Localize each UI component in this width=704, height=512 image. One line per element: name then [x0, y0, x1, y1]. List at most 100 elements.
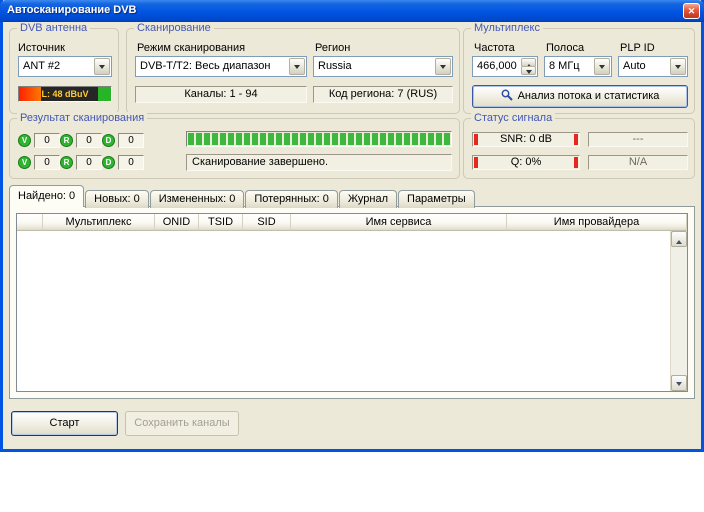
- group-scan-result: Результат сканирования V 0 R 0 D 0 V 0: [9, 118, 460, 179]
- indicator-radio-new: R 0: [60, 155, 102, 170]
- close-button[interactable]: ✕: [683, 3, 700, 19]
- quality-meter-left-marker: [474, 157, 478, 168]
- tab-lost[interactable]: Потерянных: 0: [245, 190, 338, 208]
- channel-list[interactable]: Мультиплекс ONID TSID SID Имя сервиса Им…: [16, 213, 688, 392]
- column-header-service-name[interactable]: Имя сервиса: [291, 214, 507, 231]
- channel-list-body[interactable]: [17, 231, 670, 391]
- quality-meter-right-marker: [574, 157, 578, 168]
- tv-new-count: 0: [34, 155, 60, 170]
- tv-indicator-icon: V: [18, 134, 31, 147]
- dropdown-arrow-icon[interactable]: [94, 58, 110, 75]
- plp-id-select[interactable]: Auto: [618, 56, 688, 77]
- data-found-count: 0: [118, 133, 144, 148]
- data-indicator-icon: D: [102, 156, 115, 169]
- column-header-sid[interactable]: SID: [243, 214, 291, 231]
- frequency-spinner: [521, 58, 536, 75]
- radio-indicator-icon: R: [60, 134, 73, 147]
- region-label: Регион: [315, 42, 350, 54]
- band-value: 8 МГц: [549, 60, 592, 72]
- scan-mode-select[interactable]: DVB-T/T2: Весь диапазон: [135, 56, 307, 77]
- tab-new[interactable]: Новых: 0: [85, 190, 149, 208]
- snr-meter: SNR: 0 dB: [472, 132, 580, 147]
- scroll-up-icon[interactable]: [671, 231, 687, 247]
- save-channels-button[interactable]: Сохранить каналы: [125, 411, 239, 436]
- dialog-client-area: DVB антенна Источник ANT #2 L: 48 dBuV С…: [3, 22, 701, 449]
- data-indicator-icon: D: [102, 134, 115, 147]
- column-header-onid[interactable]: ONID: [155, 214, 199, 231]
- dropdown-arrow-icon[interactable]: [594, 58, 610, 75]
- data-new-count: 0: [118, 155, 144, 170]
- channels-info-text: Каналы: 1 - 94: [184, 88, 257, 100]
- title-bar[interactable]: Автосканирование DVB ✕: [0, 0, 704, 22]
- scroll-down-icon[interactable]: [671, 375, 687, 391]
- plp-id-value: Auto: [623, 60, 668, 72]
- snr-meter-left-marker: [474, 134, 478, 145]
- tab-changed[interactable]: Измененных: 0: [150, 190, 245, 208]
- indicator-radio-found: R 0: [60, 133, 102, 148]
- dialog-window: Автосканирование DVB ✕ DVB антенна Источ…: [0, 0, 704, 452]
- scan-progress-fill: [188, 133, 450, 145]
- group-scanning: Сканирование Режим сканирования Регион D…: [126, 28, 460, 114]
- region-code-panel: Код региона: 7 (RUS): [313, 86, 453, 103]
- group-signal-status-title: Статус сигнала: [471, 112, 555, 124]
- scan-status-text: Сканирование завершено.: [192, 156, 328, 168]
- indicator-data-new: D 0: [102, 155, 144, 170]
- scan-status-panel: Сканирование завершено.: [186, 154, 452, 171]
- tv-indicator-icon: V: [18, 156, 31, 169]
- tab-found[interactable]: Найдено: 0: [9, 185, 84, 207]
- frequency-input[interactable]: 466,000: [472, 56, 538, 77]
- scan-mode-label: Режим сканирования: [137, 42, 245, 54]
- channel-list-header: Мультиплекс ONID TSID SID Имя сервиса Им…: [17, 214, 687, 231]
- group-signal-status: Статус сигнала SNR: 0 dB --- Q: 0% N/A: [463, 118, 695, 179]
- tab-parameters[interactable]: Параметры: [398, 190, 475, 208]
- region-code-text: Код региона: 7 (RUS): [329, 88, 437, 100]
- channels-info-panel: Каналы: 1 - 94: [135, 86, 307, 103]
- tab-log[interactable]: Журнал: [339, 190, 397, 208]
- start-button[interactable]: Старт: [11, 411, 118, 436]
- result-tabs: Найдено: 0Новых: 0Измененных: 0Потерянны…: [9, 185, 476, 207]
- indicator-data-found: D 0: [102, 133, 144, 148]
- quality-value-panel: N/A: [588, 155, 688, 170]
- indicator-tv-new: V 0: [18, 155, 60, 170]
- radio-indicator-icon: R: [60, 156, 73, 169]
- tv-found-count: 0: [34, 133, 60, 148]
- scan-progress-bar: [186, 131, 452, 147]
- dropdown-arrow-icon[interactable]: [289, 58, 305, 75]
- indicator-tv-found: V 0: [18, 133, 60, 148]
- analyze-stream-button[interactable]: Анализ потока и статистика: [472, 85, 688, 108]
- spin-down-icon[interactable]: [521, 66, 536, 75]
- desktop: Автосканирование DVB ✕ DVB антенна Источ…: [0, 0, 704, 512]
- band-select[interactable]: 8 МГц: [544, 56, 612, 77]
- search-icon: [501, 88, 513, 109]
- antenna-source-value: ANT #2: [23, 60, 92, 72]
- scan-mode-value: DVB-T/T2: Весь диапазон: [140, 60, 287, 72]
- group-scanning-title: Сканирование: [134, 22, 214, 34]
- frequency-label: Частота: [474, 42, 515, 54]
- group-dvb-antenna: DVB антенна Источник ANT #2 L: 48 dBuV: [9, 28, 119, 114]
- region-value: Russia: [318, 60, 433, 72]
- snr-value: ---: [633, 133, 644, 145]
- source-label: Источник: [18, 42, 65, 54]
- column-header-provider-name[interactable]: Имя провайдера: [507, 214, 687, 231]
- region-select[interactable]: Russia: [313, 56, 453, 77]
- signal-level-text: L: 48 dBuV: [41, 89, 88, 99]
- quality-label: Q: 0%: [511, 156, 542, 168]
- radio-new-count: 0: [76, 155, 102, 170]
- snr-meter-right-marker: [574, 134, 578, 145]
- snr-value-panel: ---: [588, 132, 688, 147]
- dropdown-arrow-icon[interactable]: [670, 58, 686, 75]
- group-multiplex-title: Мультиплекс: [471, 22, 543, 34]
- dropdown-arrow-icon[interactable]: [435, 58, 451, 75]
- column-header-multiplex[interactable]: Мультиплекс: [43, 214, 155, 231]
- close-icon: ✕: [688, 6, 696, 16]
- plp-id-label: PLP ID: [620, 42, 655, 54]
- column-header-selector[interactable]: [17, 214, 43, 231]
- vertical-scrollbar[interactable]: [670, 231, 687, 391]
- quality-value: N/A: [629, 156, 647, 168]
- signal-level-meter: L: 48 dBuV: [18, 86, 112, 102]
- column-header-tsid[interactable]: TSID: [199, 214, 243, 231]
- antenna-source-select[interactable]: ANT #2: [18, 56, 112, 77]
- group-dvb-antenna-title: DVB антенна: [17, 22, 90, 34]
- group-multiplex: Мультиплекс Частота Полоса PLP ID 466,00…: [463, 28, 695, 114]
- radio-found-count: 0: [76, 133, 102, 148]
